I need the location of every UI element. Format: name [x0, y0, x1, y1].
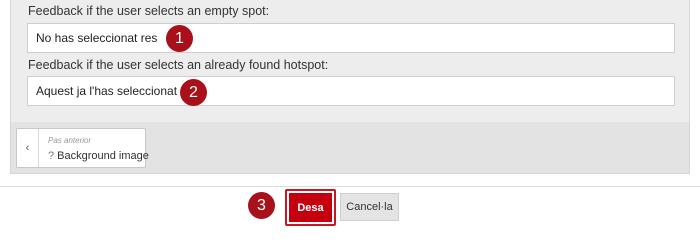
empty-spot-feedback-input[interactable]: No has seleccionat res — [27, 23, 675, 53]
previous-step-label: Background image — [57, 150, 149, 162]
footer-divider — [0, 186, 700, 187]
callout-marker-3: 3 — [248, 192, 275, 219]
callout-marker-2: 2 — [180, 79, 207, 106]
empty-spot-feedback-label: Feedback if the user selects an empty sp… — [28, 4, 270, 18]
help-icon: ? — [48, 150, 55, 162]
cancel-button[interactable]: Cancel·la — [340, 193, 399, 221]
found-hotspot-feedback-label: Feedback if the user selects an already … — [28, 58, 329, 72]
previous-step-title: ? Background image — [48, 150, 149, 162]
previous-step-button[interactable]: ‹ Pas anterior ? Background image — [16, 128, 149, 168]
callout-marker-1: 1 — [166, 25, 193, 52]
save-button-highlight: Desa — [285, 189, 336, 226]
save-button[interactable]: Desa — [289, 193, 332, 222]
found-hotspot-feedback-input[interactable]: Aquest ja l'has seleccionat — [27, 76, 675, 106]
hotspot-step-form: Feedback if the user selects an empty sp… — [0, 0, 700, 233]
previous-step-caption: Pas anterior — [48, 136, 92, 145]
chevron-left-icon: ‹ — [17, 129, 39, 167]
